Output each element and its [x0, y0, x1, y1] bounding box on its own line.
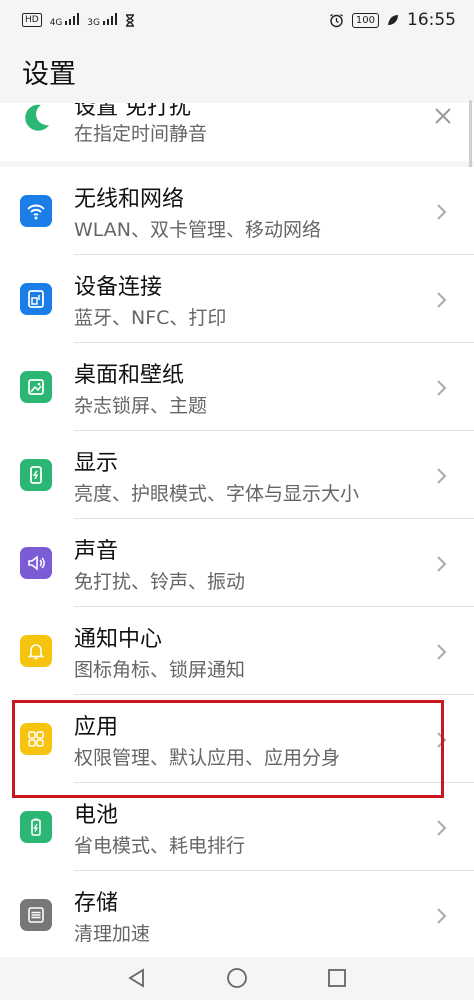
- device-connect-icon: [20, 283, 52, 315]
- item-subtitle: 权限管理、默认应用、应用分身: [74, 747, 341, 769]
- item-subtitle: 清理加速: [74, 923, 151, 945]
- chevron-right-icon: [437, 908, 447, 924]
- item-title: 存储: [74, 891, 119, 916]
- item-title: 应用: [74, 715, 119, 740]
- hourglass-icon: [125, 13, 134, 27]
- item-subtitle: 免打扰、铃声、振动: [74, 571, 246, 593]
- home-button[interactable]: [222, 963, 252, 993]
- alarm-icon: [329, 13, 343, 27]
- speaker-icon: [20, 547, 52, 579]
- item-title: 显示: [74, 451, 119, 476]
- status-indicators: HD 4G 3G: [22, 12, 135, 28]
- chevron-right-icon: [437, 204, 447, 220]
- apps-icon: [20, 723, 52, 755]
- settings-item-apps[interactable]: 应用 权限管理、默认应用、应用分身: [0, 695, 474, 783]
- chevron-right-icon: [437, 820, 447, 836]
- signal-4g-indicator: 4G: [50, 12, 80, 28]
- item-title: 桌面和壁纸: [74, 363, 185, 388]
- close-icon[interactable]: [432, 105, 454, 127]
- settings-item-battery[interactable]: 电池 省电模式、耗电排行: [0, 783, 474, 871]
- back-button[interactable]: [122, 963, 152, 993]
- battery-indicator: 100: [351, 12, 379, 28]
- item-title: 通知中心: [74, 627, 163, 652]
- status-right: 100 16:55: [329, 10, 456, 30]
- chevron-right-icon: [437, 732, 447, 748]
- hd-indicator: HD: [22, 13, 42, 27]
- wallpaper-icon: [20, 371, 52, 403]
- settings-item-storage[interactable]: 存储 清理加速: [0, 871, 474, 957]
- moon-icon: [19, 103, 53, 139]
- signal-3g-indicator: 3G: [87, 12, 117, 28]
- settings-list: 无线和网络 WLAN、双卡管理、移动网络 设备连接 蓝牙、NFC、打印 桌面和壁…: [0, 167, 474, 957]
- item-subtitle: 亮度、护眼模式、字体与显示大小: [74, 483, 360, 505]
- back-triangle-icon: [128, 968, 144, 988]
- navigation-bar: [0, 957, 474, 1000]
- wifi-icon: [20, 195, 52, 227]
- recents-button[interactable]: [322, 963, 352, 993]
- battery-icon: [20, 811, 52, 843]
- settings-item-display[interactable]: 显示 亮度、护眼模式、字体与显示大小: [0, 431, 474, 519]
- clock: 16:55: [407, 10, 456, 30]
- chevron-right-icon: [437, 556, 447, 572]
- bell-icon: [20, 635, 52, 667]
- chevron-right-icon: [437, 292, 447, 308]
- settings-item-sound[interactable]: 声音 免打扰、铃声、振动: [0, 519, 474, 607]
- status-bar: HD 4G 3G 100 16:55: [0, 0, 474, 40]
- leaf-icon: [388, 15, 398, 25]
- item-subtitle: WLAN、双卡管理、移动网络: [74, 219, 322, 241]
- settings-item-notification-center[interactable]: 通知中心 图标角标、锁屏通知: [0, 607, 474, 695]
- item-subtitle: 图标角标、锁屏通知: [74, 659, 246, 681]
- item-subtitle: 杂志锁屏、主题: [74, 395, 208, 417]
- card-subtitle: 在指定时间静音: [74, 123, 208, 145]
- home-circle-icon: [227, 968, 247, 988]
- storage-icon: [20, 899, 52, 931]
- page-title: 设置: [22, 59, 76, 90]
- item-subtitle: 省电模式、耗电排行: [74, 835, 246, 857]
- chevron-right-icon: [437, 380, 447, 396]
- chevron-right-icon: [437, 644, 447, 660]
- settings-item-desktop-wallpaper[interactable]: 桌面和壁纸 杂志锁屏、主题: [0, 343, 474, 431]
- item-title: 电池: [74, 803, 119, 828]
- display-icon: [20, 459, 52, 491]
- item-title: 无线和网络: [74, 187, 185, 212]
- item-title: 设备连接: [74, 275, 163, 300]
- settings-item-wireless-network[interactable]: 无线和网络 WLAN、双卡管理、移动网络: [0, 167, 474, 255]
- chevron-right-icon: [437, 468, 447, 484]
- recents-square-icon: [328, 969, 346, 987]
- do-not-disturb-card[interactable]: 设置 免打扰 在指定时间静音: [0, 103, 474, 161]
- item-title: 声音: [74, 539, 119, 564]
- settings-item-device-connection[interactable]: 设备连接 蓝牙、NFC、打印: [0, 255, 474, 343]
- item-subtitle: 蓝牙、NFC、打印: [74, 307, 227, 329]
